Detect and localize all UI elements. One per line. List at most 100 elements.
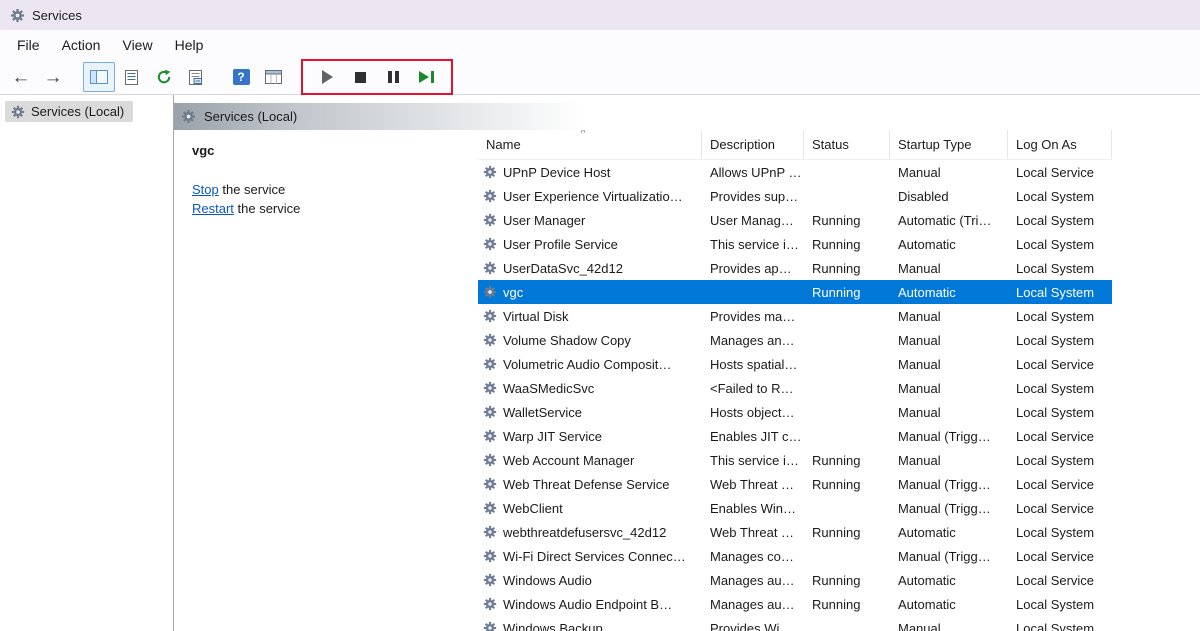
service-startup-type-cell: Automatic bbox=[890, 237, 1008, 252]
service-action-line: Stop the service bbox=[192, 180, 460, 199]
service-list-panel: Name^DescriptionStatusStartup TypeLog On… bbox=[478, 130, 1200, 631]
service-row-userdatasvc-42d12[interactable]: UserDataSvc_42d12Provides ap…RunningManu… bbox=[478, 256, 1112, 280]
show-console-tree-button[interactable] bbox=[83, 62, 115, 92]
service-control-group-highlight bbox=[301, 59, 453, 95]
pause-icon bbox=[388, 71, 399, 83]
service-row-windows-backup[interactable]: Windows BackupProvides Wi…ManualLocal Sy… bbox=[478, 616, 1112, 631]
menu-item-view[interactable]: View bbox=[111, 33, 163, 57]
tree-item-services-local[interactable]: Services (Local) bbox=[5, 101, 133, 122]
service-row-windows-audio[interactable]: Windows AudioManages au…RunningAutomatic… bbox=[478, 568, 1112, 592]
start-service-button[interactable] bbox=[313, 63, 342, 91]
service-gear-icon bbox=[483, 453, 497, 467]
service-name-cell: UserDataSvc_42d12 bbox=[478, 261, 702, 276]
service-row-walletservice[interactable]: WalletServiceHosts object…ManualLocal Sy… bbox=[478, 400, 1112, 424]
service-name-cell: vgc bbox=[478, 285, 702, 300]
service-name-cell: Volume Shadow Copy bbox=[478, 333, 702, 348]
forward-button[interactable]: → bbox=[38, 63, 68, 91]
column-header-log-on-as[interactable]: Log On As bbox=[1008, 130, 1112, 159]
properties-button[interactable] bbox=[117, 63, 147, 91]
restart-service-link[interactable]: Restart bbox=[192, 201, 234, 216]
service-startup-type-cell: Manual (Trigg… bbox=[890, 501, 1008, 516]
service-name-cell: webthreatdefusersvc_42d12 bbox=[478, 525, 702, 540]
menu-item-file[interactable]: File bbox=[6, 33, 51, 57]
service-name-cell: Windows Backup bbox=[478, 621, 702, 631]
service-name-text: Web Account Manager bbox=[503, 453, 634, 468]
service-row-user-manager[interactable]: User ManagerUser Manag…RunningAutomatic … bbox=[478, 208, 1112, 232]
view-table-icon bbox=[265, 70, 282, 84]
service-description-cell: Allows UPnP … bbox=[702, 165, 804, 180]
service-startup-type-cell: Manual bbox=[890, 309, 1008, 324]
service-name-cell: UPnP Device Host bbox=[478, 165, 702, 180]
service-row-upnp-device-host[interactable]: UPnP Device HostAllows UPnP …ManualLocal… bbox=[478, 160, 1112, 184]
help-button[interactable]: ? bbox=[226, 63, 256, 91]
service-name-text: Windows Backup bbox=[503, 621, 603, 631]
service-description-cell: Manages au… bbox=[702, 573, 804, 588]
service-list: UPnP Device HostAllows UPnP …ManualLocal… bbox=[478, 160, 1200, 631]
service-startup-type-cell: Disabled bbox=[890, 189, 1008, 204]
service-name-cell: User Experience Virtualizatio… bbox=[478, 189, 702, 204]
service-startup-type-cell: Manual bbox=[890, 165, 1008, 180]
service-row-volumetric-audio-composit[interactable]: Volumetric Audio Composit…Hosts spatial…… bbox=[478, 352, 1112, 376]
service-row-wi-fi-direct-services-connec[interactable]: Wi-Fi Direct Services Connec…Manages co…… bbox=[478, 544, 1112, 568]
service-actions: Stop the serviceRestart the service bbox=[192, 180, 460, 218]
service-name-text: Warp JIT Service bbox=[503, 429, 602, 444]
service-name-text: Wi-Fi Direct Services Connec… bbox=[503, 549, 686, 564]
service-log-on-as-cell: Local System bbox=[1008, 261, 1112, 276]
service-description-cell: Hosts object… bbox=[702, 405, 804, 420]
service-log-on-as-cell: Local Service bbox=[1008, 549, 1112, 564]
service-row-windows-audio-endpoint-b[interactable]: Windows Audio Endpoint B…Manages au…Runn… bbox=[478, 592, 1112, 616]
column-header-startup-type[interactable]: Startup Type bbox=[890, 130, 1008, 159]
pane-header: Services (Local) bbox=[174, 103, 1200, 130]
service-description-cell: <Failed to R… bbox=[702, 381, 804, 396]
restart-service-button[interactable] bbox=[412, 63, 441, 91]
service-log-on-as-cell: Local System bbox=[1008, 597, 1112, 612]
service-row-webthreatdefusersvc-42d12[interactable]: webthreatdefusersvc_42d12Web Threat …Run… bbox=[478, 520, 1112, 544]
menu-bar: FileActionViewHelp bbox=[0, 30, 1200, 60]
service-row-webclient[interactable]: WebClientEnables Win…Manual (Trigg…Local… bbox=[478, 496, 1112, 520]
service-startup-type-cell: Manual (Trigg… bbox=[890, 549, 1008, 564]
service-row-user-experience-virtualizatio[interactable]: User Experience Virtualizatio…Provides s… bbox=[478, 184, 1112, 208]
service-row-waasmedicsvc[interactable]: WaaSMedicSvc<Failed to R…ManualLocal Sys… bbox=[478, 376, 1112, 400]
forward-arrow-icon: → bbox=[44, 68, 63, 87]
service-row-virtual-disk[interactable]: Virtual DiskProvides ma…ManualLocal Syst… bbox=[478, 304, 1112, 328]
service-startup-type-cell: Automatic (Tri… bbox=[890, 213, 1008, 228]
column-header-name[interactable]: Name^ bbox=[478, 130, 702, 159]
service-status-cell: Running bbox=[804, 453, 890, 468]
refresh-button[interactable] bbox=[149, 63, 179, 91]
stop-service-button[interactable] bbox=[346, 63, 375, 91]
service-log-on-as-cell: Local System bbox=[1008, 405, 1112, 420]
service-log-on-as-cell: Local System bbox=[1008, 189, 1112, 204]
service-row-vgc[interactable]: vgcRunningAutomaticLocal System bbox=[478, 280, 1112, 304]
column-header-description[interactable]: Description bbox=[702, 130, 804, 159]
menu-item-help[interactable]: Help bbox=[164, 33, 215, 57]
pause-service-button[interactable] bbox=[379, 63, 408, 91]
view-button[interactable] bbox=[258, 63, 288, 91]
service-row-warp-jit-service[interactable]: Warp JIT ServiceEnables JIT c…Manual (Tr… bbox=[478, 424, 1112, 448]
menu-item-action[interactable]: Action bbox=[51, 33, 112, 57]
service-name-cell: Windows Audio Endpoint B… bbox=[478, 597, 702, 612]
service-gear-icon bbox=[483, 333, 497, 347]
stop-service-link[interactable]: Stop bbox=[192, 182, 219, 197]
service-name-text: User Manager bbox=[503, 213, 585, 228]
service-name-cell: Wi-Fi Direct Services Connec… bbox=[478, 549, 702, 564]
service-status-cell: Running bbox=[804, 597, 890, 612]
service-description-cell: Enables Win… bbox=[702, 501, 804, 516]
service-row-web-account-manager[interactable]: Web Account ManagerThis service i…Runnin… bbox=[478, 448, 1112, 472]
service-gear-icon bbox=[483, 285, 497, 299]
service-row-user-profile-service[interactable]: User Profile ServiceThis service i…Runni… bbox=[478, 232, 1112, 256]
column-header-status[interactable]: Status bbox=[804, 130, 890, 159]
service-row-web-threat-defense-service[interactable]: Web Threat Defense ServiceWeb Threat …Ru… bbox=[478, 472, 1112, 496]
service-status-cell: Running bbox=[804, 525, 890, 540]
service-row-volume-shadow-copy[interactable]: Volume Shadow CopyManages an…ManualLocal… bbox=[478, 328, 1112, 352]
tree-item-label: Services (Local) bbox=[31, 104, 124, 119]
service-name-cell: Web Account Manager bbox=[478, 453, 702, 468]
help-icon: ? bbox=[233, 69, 250, 85]
service-startup-type-cell: Manual bbox=[890, 333, 1008, 348]
back-button[interactable]: ← bbox=[6, 63, 36, 91]
console-tree-panel: Services (Local) bbox=[0, 95, 174, 631]
export-list-button[interactable] bbox=[181, 63, 211, 91]
service-name-text: Volumetric Audio Composit… bbox=[503, 357, 671, 372]
service-name-cell: Windows Audio bbox=[478, 573, 702, 588]
service-name-cell: Volumetric Audio Composit… bbox=[478, 357, 702, 372]
service-description-cell: Provides Wi… bbox=[702, 621, 804, 631]
